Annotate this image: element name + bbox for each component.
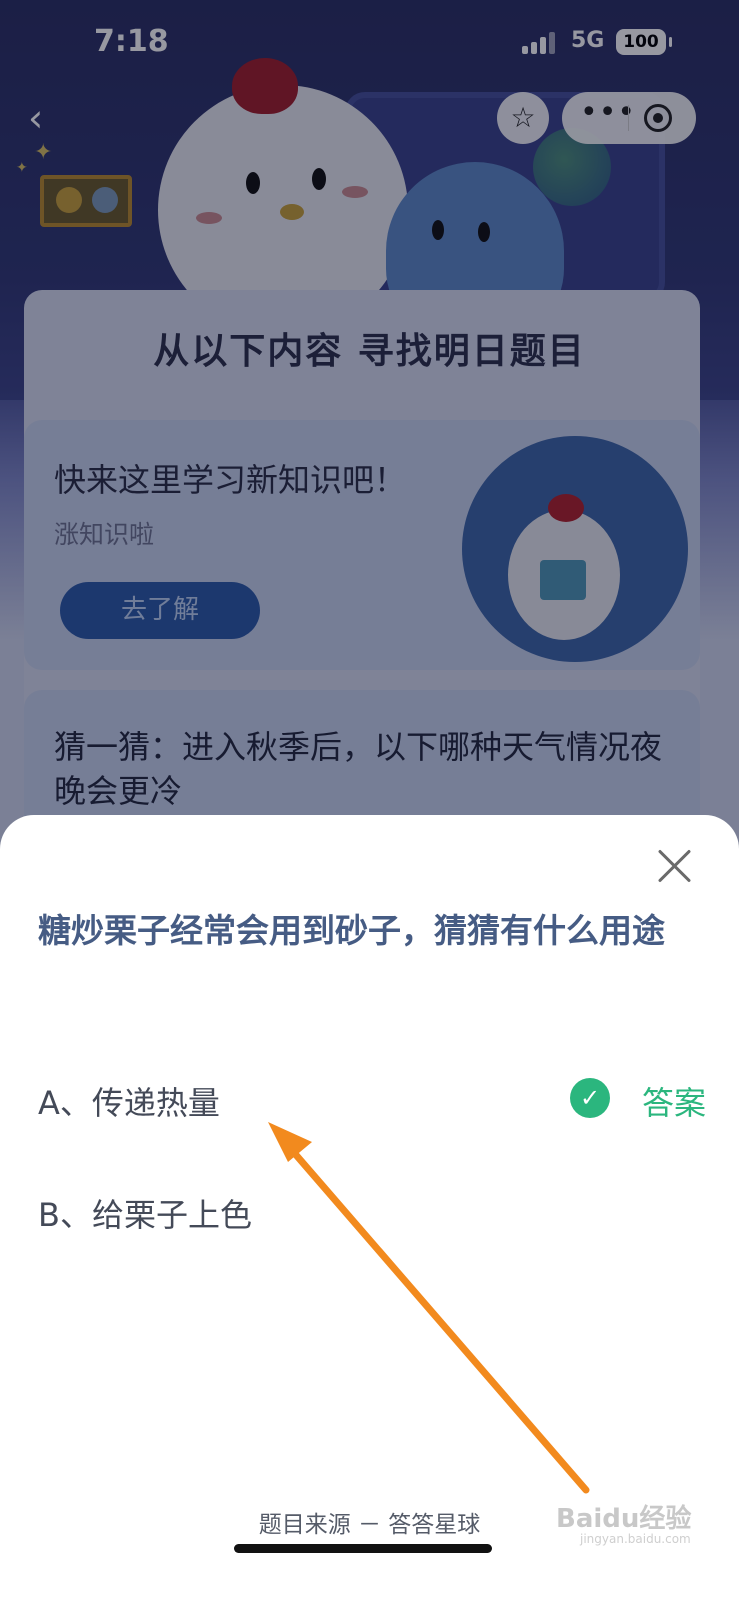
answer-label: 答案 bbox=[641, 1084, 706, 1122]
sheet-question: 糖炒栗子经常会用到砂子，猜猜有什么用途 bbox=[38, 911, 665, 950]
home-indicator[interactable] bbox=[234, 1544, 492, 1553]
baidu-watermark-url: jingyan.baidu.com bbox=[580, 1532, 691, 1546]
option-b-label: B、给栗子上色 bbox=[38, 1196, 252, 1234]
option-a[interactable]: A、传递热量 ✓ 答案 bbox=[38, 1068, 706, 1128]
option-a-label: A、传递热量 bbox=[38, 1084, 220, 1122]
baidu-watermark: Baidu经验 bbox=[556, 1504, 692, 1534]
check-circle-icon: ✓ bbox=[570, 1078, 610, 1118]
close-icon[interactable] bbox=[656, 848, 692, 884]
option-b[interactable]: B、给栗子上色 bbox=[38, 1180, 698, 1240]
